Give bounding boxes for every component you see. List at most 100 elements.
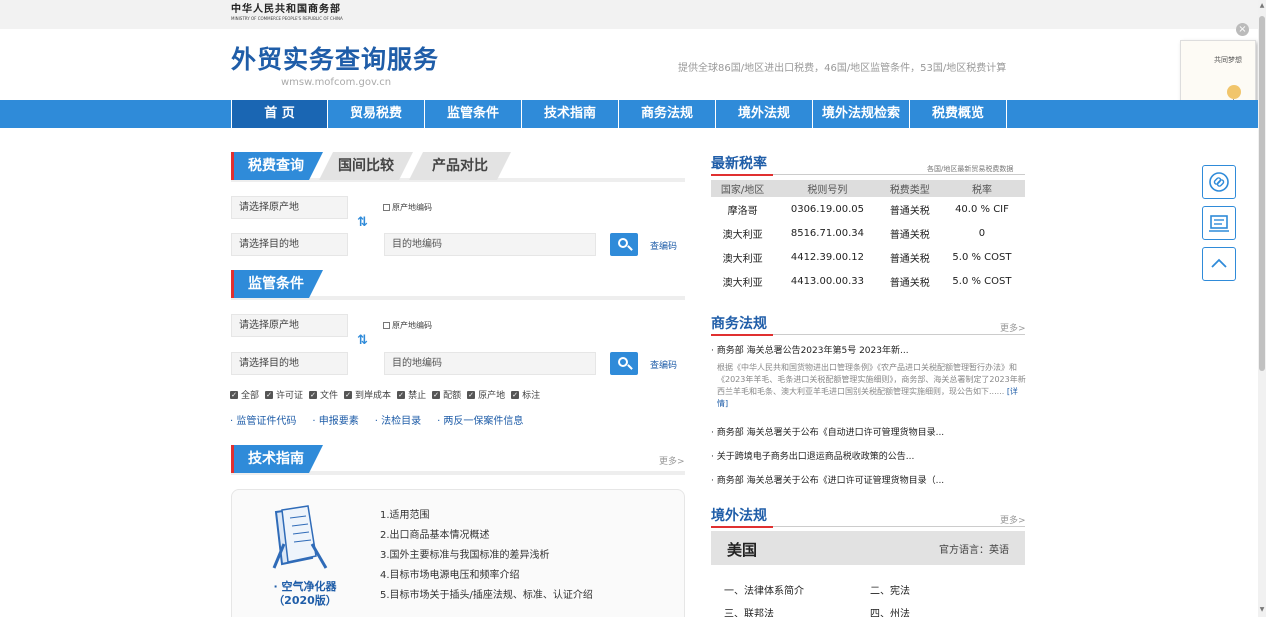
tax-query-tabs: 税费查询 国间比较 产品对比 xyxy=(231,152,685,182)
message-button[interactable] xyxy=(1202,206,1236,240)
table-header: 税率 xyxy=(938,180,1025,197)
search-icon-handle xyxy=(627,245,633,251)
filter-checkbox-origin[interactable]: ✓ 原产地 xyxy=(467,388,505,401)
tab-tax-query[interactable]: 税费查询 xyxy=(231,152,323,180)
scroll-up-icon[interactable]: ▲ xyxy=(1259,2,1265,10)
table-cell: 普通关税 xyxy=(889,253,930,265)
tech-guide-heading: 技术指南 xyxy=(231,445,685,475)
nav-regulation[interactable]: 监管条件 xyxy=(425,100,522,128)
swap-icon[interactable]: ⇅ xyxy=(357,215,368,230)
tax-lookup-code-link[interactable]: 查编码 xyxy=(650,239,677,252)
table-row[interactable]: 澳大利亚 4413.00.00.33 普通关税 5.0 % COST xyxy=(711,269,1025,293)
filter-label: 标注 xyxy=(522,391,541,401)
regulation-quick-links: · 监管证件代码 · 申报要素 · 法检目录 · 两反一保案件信息 xyxy=(230,412,523,427)
table-cell: 普通关税 xyxy=(889,205,930,217)
list-item[interactable]: 3.国外主要标准与我国标准的差异浅析 xyxy=(380,546,593,566)
news-item[interactable]: · 商务部 海关总署关于公布《进口许可证管理货物目录（... xyxy=(711,473,944,486)
swap-icon[interactable]: ⇅ xyxy=(357,333,368,348)
table-header-row: 国家/地区 税则号列 税费类型 税率 xyxy=(711,180,1025,197)
news-item[interactable]: · 关于跨境电子商务出口退运商品税收政策的公告... xyxy=(711,449,914,462)
table-header: 税则号列 xyxy=(774,180,881,197)
nav-overseas-law[interactable]: 境外法规 xyxy=(716,100,813,128)
law-link[interactable]: 三、联邦法 xyxy=(724,605,774,617)
scroll-down-icon[interactable]: ▼ xyxy=(1259,606,1265,614)
tax-origin-code-checkbox[interactable]: 原产地编码 xyxy=(383,202,432,213)
commerce-law-title: 商务法规 xyxy=(711,316,767,332)
reg-dest-select[interactable]: 请选择目的地 xyxy=(231,352,348,375)
checkbox-label: 原产地编码 xyxy=(392,203,432,212)
country-name[interactable]: 美国 xyxy=(727,539,757,560)
news-summary: 根据《中华人民共和国货物进出口管理条例》《农产品进口关税配额管理暂行办法》和《2… xyxy=(717,362,1027,410)
filter-checkbox-labeling[interactable]: ✓ 标注 xyxy=(511,388,540,401)
nav-tax-overview[interactable]: 税费概览 xyxy=(910,100,1007,128)
table-cell: 8516.71.00.34 xyxy=(790,227,865,239)
list-item[interactable]: 4.目标市场电源电压和频率介绍 xyxy=(380,566,593,586)
filter-checkbox-prohibited[interactable]: ✓ 禁止 xyxy=(397,388,426,401)
tech-guide-product[interactable]: · 空气净化器 （2020版） xyxy=(260,580,350,608)
tab-product-compare[interactable]: 产品对比 xyxy=(409,152,511,180)
law-link[interactable]: 一、法律体系简介 xyxy=(724,582,804,597)
law-link[interactable]: 四、州法 xyxy=(870,605,910,617)
commerce-law-more-link[interactable]: 更多> xyxy=(1000,321,1026,334)
accent-line xyxy=(711,174,773,176)
tech-guide-list: 1.适用范围 2.出口商品基本情况概述 3.国外主要标准与我国标准的差异浅析 4… xyxy=(380,506,593,606)
ad-book-title: 共同梦想 xyxy=(1214,56,1242,64)
link-button[interactable] xyxy=(1202,165,1236,199)
reg-lookup-code-link[interactable]: 查编码 xyxy=(650,358,677,371)
site-title[interactable]: 外贸实务查询服务 xyxy=(231,44,439,76)
table-cell: 0 xyxy=(978,227,986,239)
table-cell: 澳大利亚 xyxy=(722,277,763,289)
nav-home[interactable]: 首 页 xyxy=(231,100,328,128)
regulation-title: 监管条件 xyxy=(231,270,323,298)
filter-label: 配额 xyxy=(443,391,462,401)
accent-line xyxy=(711,334,773,336)
back-to-top-button[interactable] xyxy=(1202,247,1236,281)
tech-guide-more-link[interactable]: 更多> xyxy=(659,454,685,467)
filter-checkbox-license[interactable]: ✓ 许可证 xyxy=(265,388,303,401)
filter-checkbox-quota[interactable]: ✓ 配额 xyxy=(432,388,461,401)
reg-search-button[interactable] xyxy=(610,352,638,375)
regulation-filter-checkboxes: ✓ 全部 ✓ 许可证 ✓ 文件 ✓ 到岸成本 ✓ 禁止 ✓ 配额 ✓ 原产地 ✓ 标注 xyxy=(230,388,540,401)
checkbox-box xyxy=(383,204,390,211)
list-item[interactable]: 5.目标市场关于插头/插座法规、标准、认证介绍 xyxy=(380,586,593,606)
tech-guide-product-year: （2020版） xyxy=(273,594,337,607)
table-cell: 5.0 % COST xyxy=(952,251,1012,263)
list-item[interactable]: 2.出口商品基本情况概述 xyxy=(380,526,593,546)
tab-country-compare[interactable]: 国间比较 xyxy=(319,152,413,180)
nav-tech-guide[interactable]: 技术指南 xyxy=(522,100,619,128)
tax-dest-code-input[interactable]: 目的地编码 xyxy=(384,233,596,256)
ministry-logo[interactable]: 中华人民共和国商务部 MINISTRY OF COMMERCE PEOPLE'S… xyxy=(231,4,343,22)
reg-origin-select[interactable]: 请选择原产地 xyxy=(231,314,348,337)
flower-icon xyxy=(1227,85,1241,99)
nav-trade-tax[interactable]: 贸易税费 xyxy=(328,100,425,128)
link-trade-remedy-cases[interactable]: · 两反一保案件信息 xyxy=(437,412,523,427)
filter-label: 文件 xyxy=(320,391,339,401)
nav-overseas-law-search[interactable]: 境外法规检索 xyxy=(813,100,910,128)
law-link[interactable]: 二、宪法 xyxy=(870,582,910,597)
reg-dest-code-input[interactable]: 目的地编码 xyxy=(384,352,596,375)
site-tagline: 提供全球86国/地区进出口税费，46国/地区监管条件，53国/地区税费计算 xyxy=(678,63,1007,74)
tax-search-button[interactable] xyxy=(610,233,638,256)
link-cert-code[interactable]: · 监管证件代码 xyxy=(230,412,296,427)
close-ad-icon[interactable]: × xyxy=(1236,23,1249,36)
commerce-law-underline xyxy=(711,334,1025,336)
scrollbar-thumb[interactable] xyxy=(1259,16,1265,371)
filter-label: 全部 xyxy=(241,391,260,401)
list-item[interactable]: 1.适用范围 xyxy=(380,506,593,526)
news-headline[interactable]: · 商务部 海关总署公告2023年第5号 2023年新... xyxy=(711,343,909,356)
tax-origin-select[interactable]: 请选择原产地 xyxy=(231,196,348,219)
tax-dest-select[interactable]: 请选择目的地 xyxy=(231,233,348,256)
table-row[interactable]: 澳大利亚 8516.71.00.34 普通关税 0 xyxy=(711,221,1025,245)
link-declaration-elements[interactable]: · 申报要素 xyxy=(312,412,358,427)
table-header: 税费类型 xyxy=(880,180,939,197)
filter-checkbox-landed-cost[interactable]: ✓ 到岸成本 xyxy=(344,388,391,401)
filter-checkbox-all[interactable]: ✓ 全部 xyxy=(230,388,259,401)
table-row[interactable]: 摩洛哥 0306.19.00.05 普通关税 40.0 % CIF xyxy=(711,197,1025,221)
overseas-law-more-link[interactable]: 更多> xyxy=(1000,513,1026,526)
nav-commerce-law[interactable]: 商务法规 xyxy=(619,100,716,128)
link-inspection-catalog[interactable]: · 法检目录 xyxy=(375,412,421,427)
filter-checkbox-document[interactable]: ✓ 文件 xyxy=(309,388,338,401)
news-item[interactable]: · 商务部 海关总署关于公布《自动进口许可管理货物目录... xyxy=(711,425,944,438)
table-row[interactable]: 澳大利亚 4412.39.00.12 普通关税 5.0 % COST xyxy=(711,245,1025,269)
reg-origin-code-checkbox[interactable]: 原产地编码 xyxy=(383,320,432,331)
